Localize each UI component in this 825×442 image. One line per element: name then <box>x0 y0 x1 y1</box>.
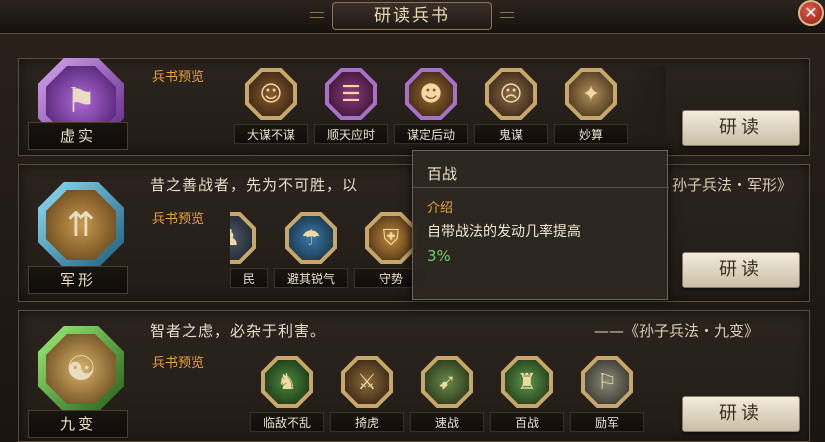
skill-name: 妙算 <box>554 124 628 144</box>
skill-name: 速战 <box>410 412 484 432</box>
quote-source: 孙子兵法・军形》 <box>672 176 793 194</box>
junxing-emblem[interactable]: ⇈ <box>38 182 124 268</box>
preview-label: 兵书预览 <box>152 212 205 227</box>
arrows-icon: ⇈ <box>46 190 116 260</box>
section-quote: 智者之虑，必杂于利害。 <box>150 322 327 340</box>
skill-item[interactable]: ☂ 避其锐气 <box>274 212 348 288</box>
tooltip-title: 百战 <box>427 165 458 183</box>
scroll-fade <box>626 66 666 146</box>
skill-name: 大谋不谋 <box>234 124 308 144</box>
skill-name: 避其锐气 <box>274 268 348 288</box>
yin-yang-icon: ☯ <box>46 334 116 404</box>
preview-label: 兵书预览 <box>152 356 205 371</box>
skill-item[interactable]: ☹ 鬼谋 <box>474 68 548 144</box>
skill-item[interactable]: ⚔ 掎虎 <box>330 356 404 432</box>
skill-item[interactable]: ☰ 顺天应时 <box>314 68 388 144</box>
general-icon: ♞ <box>265 360 309 404</box>
skill-name: 掎虎 <box>330 412 404 432</box>
skill-name: 励军 <box>570 412 644 432</box>
preview-label: 兵书预览 <box>152 70 205 85</box>
skill-name: 鬼谋 <box>474 124 548 144</box>
people-icon: ♟ <box>230 216 252 260</box>
section-label-jiubian: 九变 <box>28 410 128 438</box>
skill-name: 民 <box>230 268 268 288</box>
quote-source: ——《孙子兵法・九变》 <box>594 322 760 340</box>
section-label-xushi: 虚实 <box>28 122 128 150</box>
tooltip-description: 自带战法的发动几率提高 <box>427 224 581 240</box>
skill-item[interactable]: ♞ 临敌不乱 <box>250 356 324 432</box>
skill-name: 谋定后动 <box>394 124 468 144</box>
retreat-icon: ☂ <box>289 216 333 260</box>
tooltip-section-label: 介绍 <box>427 201 454 216</box>
title-ornament-right <box>500 12 514 18</box>
veteran-icon: ♜ <box>505 360 549 404</box>
close-button[interactable]: ✕ <box>798 0 824 26</box>
skill-tooltip: 百战 介绍 自带战法的发动几率提高 3% <box>412 150 669 300</box>
ghost-strategist-icon: ☹ <box>489 72 533 116</box>
tooltip-value: 3% <box>427 247 451 265</box>
shield-icon: ⛨ <box>369 216 413 260</box>
skill-name: 百战 <box>490 412 564 432</box>
title-ornament-left <box>310 12 324 18</box>
skill-item[interactable]: ☻ 谋定后动 <box>394 68 468 144</box>
skill-item[interactable]: ➹ 速战 <box>410 356 484 432</box>
study-button-junxing[interactable]: 研读 <box>682 252 800 288</box>
banner-icon: ⚐ <box>585 360 629 404</box>
tiger-icon: ⚔ <box>345 360 389 404</box>
charge-icon: ➹ <box>425 360 469 404</box>
jiubian-emblem[interactable]: ☯ <box>38 326 124 412</box>
fan-icon: ✦ <box>569 72 613 116</box>
skill-item[interactable]: ✦ 妙算 <box>554 68 628 144</box>
study-button-jiubian[interactable]: 研读 <box>682 396 800 432</box>
advisor-icon: ☻ <box>409 72 453 116</box>
game-window: 研读兵书 ✕ ⚑ 虚实 兵书预览 ☺ 大谋不谋 ☰ 顺天应时 ☻ 谋定后动 ☹ … <box>0 0 825 442</box>
skill-name: 临敌不乱 <box>250 412 324 432</box>
skill-item[interactable]: ⚐ 励军 <box>570 356 644 432</box>
section-quote: 昔之善战者，先为不可胜，以 <box>150 176 359 194</box>
scroll-icon: ☰ <box>329 72 373 116</box>
skill-name: 顺天应时 <box>314 124 388 144</box>
strategist-icon: ☺ <box>249 72 293 116</box>
title-bar: 研读兵书 <box>0 0 825 34</box>
skill-item[interactable]: ♟ 民 <box>230 212 268 288</box>
skill-item[interactable]: ♜ 百战 <box>490 356 564 432</box>
window-title: 研读兵书 <box>332 2 492 30</box>
skill-item[interactable]: ☺ 大谋不谋 <box>234 68 308 144</box>
section-label-junxing: 军形 <box>28 266 128 294</box>
tooltip-divider <box>413 187 669 188</box>
study-button-xushi[interactable]: 研读 <box>682 110 800 146</box>
